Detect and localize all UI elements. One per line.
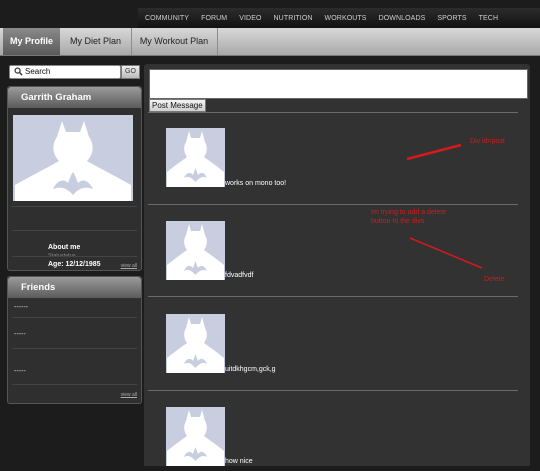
search-go-button[interactable]: GO [121,65,140,79]
post-avatar [166,221,225,280]
search-bar: Search GO [9,65,140,79]
nav-nutrition[interactable]: NUTRITION [268,15,319,22]
search-icon [14,67,23,76]
message-textarea[interactable] [149,69,528,99]
about-me-label: About me [48,244,81,251]
post-text: how nice [225,458,253,465]
post-avatar [166,314,225,373]
divider [12,230,137,231]
profile-name: Garrith Graham [8,87,141,108]
post-avatar [166,128,225,187]
age-text: Age: 12/12/1985 [48,261,101,268]
post-text: uitdkhgcm,gck,g [225,366,276,373]
main-feed: Post Message works on mono too! fdvadfvd… [144,64,530,466]
nav-workouts[interactable]: WORKOUTS [319,15,373,22]
friends-view-all-link[interactable]: view all [121,392,137,398]
nav-sports[interactable]: SPORTS [431,15,472,22]
friend-item[interactable]: ----- [14,368,26,375]
nav-downloads[interactable]: DOWNLOADS [373,15,432,22]
nav-tech[interactable]: TECH [473,15,504,22]
divider [148,112,518,113]
tab-my-diet-plan[interactable]: My Diet Plan [60,28,132,55]
post-message-button[interactable]: Post Message [149,99,206,112]
batman-avatar-icon [15,121,131,201]
search-input[interactable]: Search [9,65,121,79]
divider [12,206,137,207]
nav-video[interactable]: VIDEO [233,15,267,22]
profile-panel: Garrith Graham About me Statustatus Age:… [7,86,142,271]
batman-avatar-icon [167,317,224,373]
divider [148,296,518,297]
divider [148,204,518,205]
post-avatar [166,407,225,466]
friends-panel: Friends ------ ----- ----- view all [7,276,142,404]
divider [148,390,518,391]
batman-avatar-icon [167,410,224,466]
friend-item[interactable]: ----- [14,331,26,338]
tab-my-profile[interactable]: My Profile [3,28,60,55]
post-text: fdvadfvdf [225,272,254,279]
nav-community[interactable]: COMMUNITY [138,15,195,22]
annotation-note: Im trying to add a delete button to the … [371,209,447,225]
divider [12,256,137,257]
friends-title: Friends [8,277,141,298]
nav-forum[interactable]: FORUM [195,15,233,22]
annotation-div-label: Div id=post [470,138,505,145]
divider [12,384,137,385]
tab-bar: My Profile My Diet Plan My Workout Plan [0,28,540,56]
tab-my-workout-plan[interactable]: My Workout Plan [131,28,218,55]
batman-avatar-icon [167,224,224,280]
search-placeholder: Search [25,67,51,76]
divider [12,317,137,318]
profile-view-all-link[interactable]: view all [121,263,137,269]
divider [12,348,137,349]
post-text: works on mono too! [225,180,287,187]
friend-item[interactable]: ------ [14,304,28,311]
top-navigation: COMMUNITY FORUM VIDEO NUTRITION WORKOUTS… [138,8,540,28]
profile-avatar [13,115,133,201]
annotation-delete: Delete [484,276,505,283]
batman-avatar-icon [167,131,224,187]
